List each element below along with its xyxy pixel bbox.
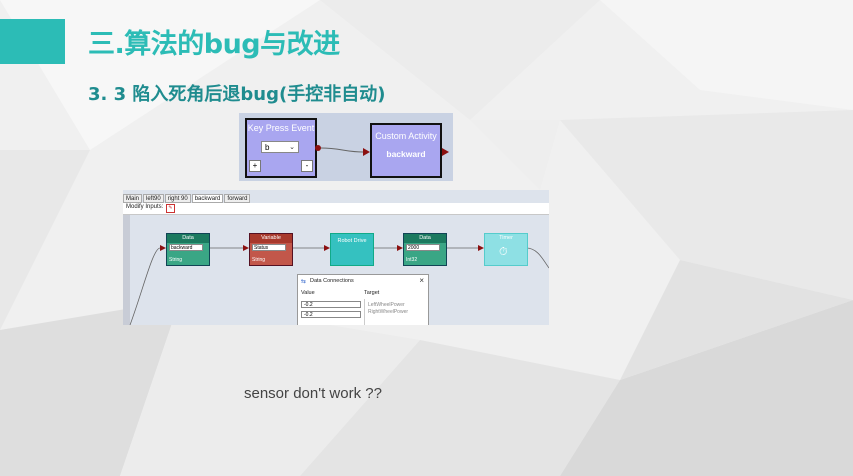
slide-subtitle: 3. 3 陷入死角后退bug(手控非自动) bbox=[88, 84, 386, 105]
left-power-value[interactable]: -0.2 bbox=[301, 301, 361, 308]
left-wheel-target: LeftWheelPower bbox=[368, 302, 405, 308]
variable-node-type: String bbox=[252, 257, 266, 263]
connections-icon: ⇆ bbox=[301, 278, 307, 285]
timer-node[interactable]: Timer ⏱ bbox=[484, 233, 528, 266]
key-press-screenshot: Key Press Event b ⌄ + - Custom Activity … bbox=[239, 113, 453, 181]
value-header: Value bbox=[301, 290, 315, 296]
variable-node-value[interactable]: Status bbox=[252, 244, 286, 251]
target-header: Target bbox=[364, 290, 380, 296]
data-node-2-title: Data bbox=[404, 234, 446, 243]
custom-activity-name: backward bbox=[386, 149, 426, 159]
data-node-2000[interactable]: Data 2000 Int32 bbox=[403, 233, 447, 266]
custom-activity-block[interactable]: Custom Activity backward bbox=[370, 123, 442, 178]
data-connections-dialog: ⇆ Data Connections × Value Target -0.2 -… bbox=[297, 274, 429, 325]
data-node-2-type: Int32 bbox=[406, 257, 418, 263]
timer-node-title: Timer bbox=[485, 234, 527, 243]
data-node-backward[interactable]: Data backward String bbox=[166, 233, 210, 266]
custom-activity-title: Custom Activity bbox=[375, 131, 437, 141]
robot-drive-node[interactable]: Robot Drive bbox=[330, 233, 374, 266]
data-node-value[interactable]: backward bbox=[169, 244, 203, 251]
data-node-type: String bbox=[169, 257, 183, 263]
variable-node-status[interactable]: Variable Status String bbox=[249, 233, 293, 266]
data-node-2-value[interactable]: 2000 bbox=[406, 244, 440, 251]
stopwatch-icon: ⏱ bbox=[499, 245, 508, 258]
right-power-value[interactable]: -0.2 bbox=[301, 311, 361, 318]
dialog-title: Data Connections bbox=[310, 278, 354, 284]
title-accent-bar bbox=[0, 19, 65, 64]
column-divider bbox=[364, 299, 365, 325]
close-icon[interactable]: × bbox=[419, 276, 424, 285]
slide-title: 三.算法的bug与改进 bbox=[88, 29, 340, 60]
right-wheel-target: RightWheelPower bbox=[368, 309, 409, 315]
slide-caption: sensor don't work ?? bbox=[244, 385, 382, 402]
robot-drive-title: Robot Drive bbox=[331, 237, 373, 246]
data-node-title: Data bbox=[167, 234, 209, 243]
backward-activity-screenshot: Main left90 right 90 backward forward Mo… bbox=[123, 190, 549, 325]
variable-node-title: Variable bbox=[250, 234, 292, 243]
